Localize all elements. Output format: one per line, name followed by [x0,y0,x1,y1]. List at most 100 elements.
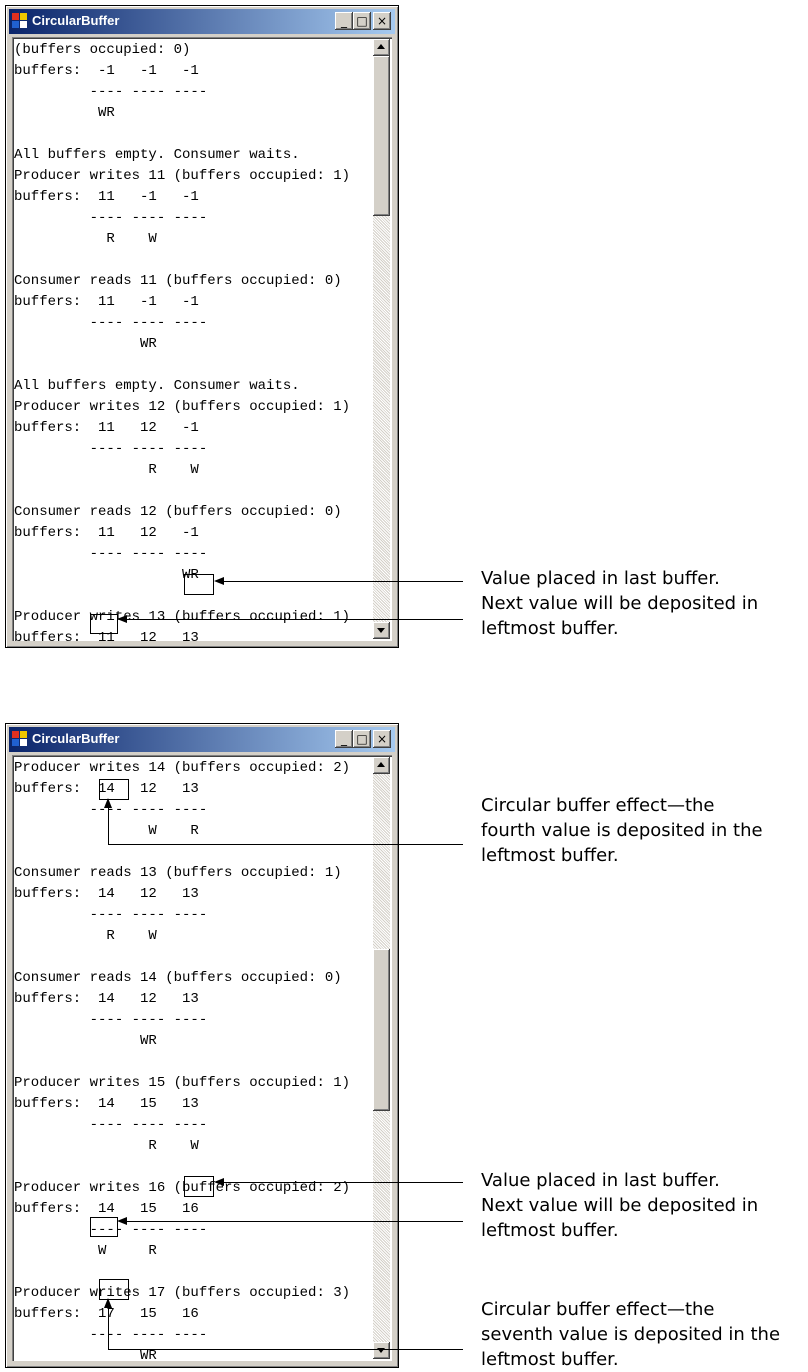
console-line: Consumer reads 13 (buffers occupied: 1) [14,865,342,881]
console-line: R W [14,928,157,944]
scrollbar-thumb[interactable] [373,56,390,216]
leader-line [108,1349,463,1350]
leader-line [127,1221,463,1222]
console-line: buffers: 11 -1 -1 [14,294,199,310]
highlight-box-value-16 [184,1176,214,1197]
icon-square-red [12,731,19,738]
console-line: ---- ---- ---- [14,1117,208,1133]
console-output-area[interactable]: (buffers occupied: 0) buffers: -1 -1 -1 … [12,37,392,641]
callout-line: Circular buffer effect—the [481,795,715,816]
console-line: ---- ---- ---- [14,546,208,562]
console-line: Producer writes 14 (buffers occupied: 2) [14,760,351,776]
icon-square-white [20,21,27,28]
highlight-box-value-17 [99,1279,129,1300]
minimize-button[interactable]: _ [335,730,353,748]
maximize-button[interactable]: □ [353,12,371,30]
arrow-head-icon [104,1298,112,1308]
console-line: ---- ---- ---- [14,1222,208,1238]
console-line: All buffers empty. Consumer waits. [14,378,300,394]
highlight-box-write-marker [90,1217,118,1237]
console-text: (buffers occupied: 0) buffers: -1 -1 -1 … [14,40,376,641]
console-line: buffers: 14 12 13 [14,781,199,797]
app-icon[interactable] [12,13,28,29]
highlight-box-value-13 [184,574,214,595]
console-line: Consumer reads 14 (buffers occupied: 0) [14,970,342,986]
circular-buffer-window-1: CircularBuffer _ □ × (buffers occupied: … [5,5,399,648]
console-output-area[interactable]: Producer writes 14 (buffers occupied: 2)… [12,755,392,1361]
scroll-down-button[interactable] [373,1342,390,1359]
console-line: Producer writes 13 (buffers occupied: 1) [14,609,351,625]
console-line: WR [14,105,115,121]
close-button[interactable]: × [373,730,391,748]
console-line: W R [14,1243,157,1259]
window-title: CircularBuffer [32,731,120,746]
console-line: Producer writes 12 (buffers occupied: 1) [14,399,351,415]
console-line: W R [14,823,199,839]
leader-line [108,1308,109,1350]
app-icon[interactable] [12,731,28,747]
console-line: R W [14,462,199,478]
callout-line: leftmost buffer. [481,845,619,866]
callout-line: leftmost buffer. [481,1220,619,1241]
console-line: ---- ---- ---- [14,1327,208,1343]
arrow-head-icon [214,1178,224,1186]
vertical-scrollbar[interactable] [373,757,390,1359]
console-line: buffers: 14 12 13 [14,991,199,1007]
leader-line [224,1182,463,1183]
callout-value-placed-last-buffer: Value placed in last buffer. Next value … [481,1168,806,1243]
circular-buffer-window-2: CircularBuffer _ □ × Producer writes 14 … [5,723,399,1368]
icon-square-blue [12,21,19,28]
callout-line: Circular buffer effect—the [481,1299,715,1320]
title-bar[interactable]: CircularBuffer _ □ × [9,727,395,752]
console-line: buffers: 11 -1 -1 [14,189,199,205]
scroll-up-button[interactable] [373,39,390,56]
callout-line: Next value will be deposited in [481,593,759,614]
callout-value-placed-last-buffer: Value placed in last buffer. Next value … [481,566,806,641]
icon-square-yellow [20,731,27,738]
console-line: buffers: 14 15 16 [14,1201,199,1217]
scroll-up-arrow-icon [377,44,385,49]
callout-line: Next value will be deposited in [481,1195,759,1216]
highlight-box-value-14 [99,779,129,800]
arrow-head-icon [117,1217,127,1225]
console-line: buffers: 17 15 16 [14,1306,199,1322]
scroll-up-arrow-icon [377,762,385,767]
vertical-scrollbar[interactable] [373,39,390,639]
scroll-down-arrow-icon [377,628,385,633]
leader-line [108,844,463,845]
callout-circular-buffer-effect: Circular buffer effect—the fourth value … [481,793,806,868]
icon-square-white [20,739,27,746]
console-line: buffers: 11 12 -1 [14,525,199,541]
console-line: Producer writes 17 (buffers occupied: 3) [14,1285,351,1301]
maximize-button[interactable]: □ [353,730,371,748]
highlight-box-write-marker [90,614,118,634]
close-button[interactable]: × [373,12,391,30]
arrow-head-icon [104,798,112,808]
leader-line [108,808,109,845]
scrollbar-thumb[interactable] [373,949,390,1111]
callout-line: seventh value is deposited in the [481,1324,781,1345]
console-line: Producer writes 11 (buffers occupied: 1) [14,168,351,184]
arrow-head-icon [117,615,127,623]
console-line: All buffers empty. Consumer waits. [14,147,300,163]
callout-line: leftmost buffer. [481,618,619,639]
leader-line [127,619,463,620]
console-line: Consumer reads 11 (buffers occupied: 0) [14,273,342,289]
scroll-up-button[interactable] [373,757,390,774]
console-line: R W [14,231,157,247]
leader-line [224,581,463,582]
title-bar[interactable]: CircularBuffer _ □ × [9,9,395,34]
console-line: ---- ---- ---- [14,84,208,100]
minimize-button[interactable]: _ [335,12,353,30]
scroll-down-button[interactable] [373,622,390,639]
console-line: R W [14,1138,199,1154]
callout-circular-buffer-effect: Circular buffer effect—the seventh value… [481,1297,806,1372]
console-line: buffers: 11 12 13 [14,630,199,641]
